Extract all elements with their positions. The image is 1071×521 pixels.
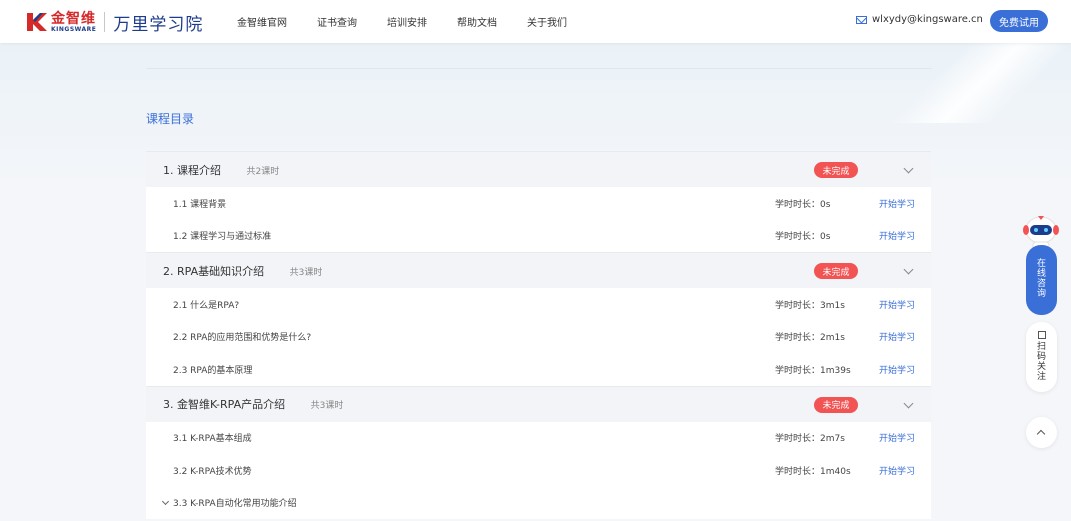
consult-char: 询 <box>1036 288 1046 299</box>
course-catalog: 1. 课程介绍 共2课时 未完成 1.1 课程背景 学时时长：0s 开始学习 1… <box>146 151 931 519</box>
lesson-title: 3.2 K-RPA技术优势 <box>173 466 252 477</box>
email-text: wlxydy@kingsware.cn <box>872 14 983 25</box>
qr-scan-icon <box>1037 331 1046 340</box>
lesson-title: 1.2 课程学习与通过标准 <box>173 232 272 243</box>
status-badge: 未完成 <box>814 162 858 178</box>
scan-char: 注 <box>1036 371 1046 382</box>
chevron-down-icon[interactable] <box>161 497 170 505</box>
lesson-row: 3.1 K-RPA基本组成 学时时长：2m7s 开始学习 <box>146 421 931 454</box>
logo-cn: 金智维 <box>51 10 96 27</box>
chapter-title-text: 3. 金智维K-RPA产品介绍 <box>163 398 286 411</box>
lesson-row: 1.2 课程学习与通过标准 学时时长：0s 开始学习 <box>146 219 931 252</box>
free-trial-button[interactable]: 免费试用 <box>990 10 1048 32</box>
chapter-header[interactable]: 3. 金智维K-RPA产品介绍 共3课时 未完成 <box>146 385 931 422</box>
kingsware-k-icon <box>27 13 47 31</box>
lesson-title: 2.3 RPA的基本原理 <box>173 365 253 376</box>
lesson-duration: 学时时长：3m1s <box>775 300 845 311</box>
chapter-title-text: 1. 课程介绍 <box>163 163 221 177</box>
start-learning-link[interactable]: 开始学习 <box>879 330 915 343</box>
start-learning-link[interactable]: 开始学习 <box>879 431 915 444</box>
scan-follow-button[interactable]: 扫 码 关 注 <box>1026 322 1057 392</box>
lesson-duration: 学时时长：0s <box>775 232 831 243</box>
content-divider <box>146 68 932 69</box>
lesson-title: 2.2 RPA的应用范围和优势是什么? <box>173 333 312 344</box>
lesson-duration: 学时时长：1m40s <box>775 466 851 477</box>
nav-about-us[interactable]: 关于我们 <box>527 14 567 29</box>
start-learning-link[interactable]: 开始学习 <box>879 464 915 477</box>
chevron-up-icon <box>1036 429 1046 439</box>
chapter-title: 3. 金智维K-RPA产品介绍 共3课时 <box>163 396 343 412</box>
lesson-row: 3.2 K-RPA技术优势 学时时长：1m40s 开始学习 <box>146 454 931 487</box>
chapter-title: 1. 课程介绍 共2课时 <box>163 162 279 178</box>
start-learning-link[interactable]: 开始学习 <box>879 298 915 311</box>
logo[interactable]: 金智维 KINGSWARE 万里学习院 <box>26 9 203 35</box>
mail-icon <box>856 15 867 24</box>
lesson-row: 2.2 RPA的应用范围和优势是什么? 学时时长：2m1s 开始学习 <box>146 320 931 353</box>
status-badge: 未完成 <box>814 263 858 279</box>
lesson-row: 1.1 课程背景 学时时长：0s 开始学习 <box>146 187 931 220</box>
lesson-duration: 学时时长：0s <box>775 199 831 210</box>
online-consult-button[interactable]: 在 线 咨 询 <box>1026 245 1057 315</box>
lesson-duration: 学时时长：2m1s <box>775 333 845 344</box>
chevron-down-icon[interactable] <box>903 163 914 174</box>
chapter-header[interactable]: 2. RPA基础知识介绍 共3课时 未完成 <box>146 252 931 288</box>
back-to-top-button[interactable] <box>1026 417 1057 448</box>
start-learning-link[interactable]: 开始学习 <box>879 197 915 210</box>
lesson-row-expandable[interactable]: 3.3 K-RPA自动化常用功能介绍 <box>146 486 931 519</box>
top-header: 金智维 KINGSWARE 万里学习院 金智维官网 证书查询 培训安排 帮助文档… <box>0 0 1071 43</box>
nav-certificate-query[interactable]: 证书查询 <box>317 14 357 29</box>
chevron-down-icon[interactable] <box>903 264 914 275</box>
main-nav: 金智维官网 证书查询 培训安排 帮助文档 关于我们 <box>237 0 597 43</box>
lesson-title: 3.1 K-RPA基本组成 <box>173 434 252 445</box>
chapter-count: 共3课时 <box>310 401 344 411</box>
lesson-duration: 学时时长：2m7s <box>775 434 845 445</box>
lesson-duration: 学时时长：1m39s <box>775 365 851 376</box>
chapter-count: 共3课时 <box>289 267 323 278</box>
catalog-title: 课程目录 <box>146 112 195 126</box>
chapter-header[interactable]: 1. 课程介绍 共2课时 未完成 <box>146 151 931 187</box>
start-learning-link[interactable]: 开始学习 <box>879 229 915 242</box>
chevron-down-icon[interactable] <box>903 398 914 408</box>
header-email[interactable]: wlxydy@kingsware.cn <box>856 14 983 25</box>
lesson-row: 2.3 RPA的基本原理 学时时长：1m39s 开始学习 <box>146 353 931 386</box>
lesson-title: 1.1 课程背景 <box>173 199 227 210</box>
nav-official-site[interactable]: 金智维官网 <box>237 14 287 29</box>
lesson-title: 2.1 什么是RPA? <box>173 300 240 311</box>
chapter-count: 共2课时 <box>246 166 280 177</box>
nav-training-schedule[interactable]: 培训安排 <box>387 14 427 29</box>
start-learning-link[interactable]: 开始学习 <box>879 363 915 376</box>
school-name: 万里学习院 <box>113 14 204 35</box>
background-light-streak <box>891 43 1071 123</box>
logo-divider <box>104 12 106 32</box>
chapter-title-text: 2. RPA基础知识介绍 <box>163 264 265 278</box>
status-badge: 未完成 <box>814 396 858 413</box>
nav-help-docs[interactable]: 帮助文档 <box>457 14 497 29</box>
lesson-title: 3.3 K-RPA自动化常用功能介绍 <box>173 499 297 510</box>
chapter-title: 2. RPA基础知识介绍 共3课时 <box>163 263 322 279</box>
lesson-row: 2.1 什么是RPA? 学时时长：3m1s 开始学习 <box>146 288 931 321</box>
logo-en: KINGSWARE <box>51 25 97 33</box>
